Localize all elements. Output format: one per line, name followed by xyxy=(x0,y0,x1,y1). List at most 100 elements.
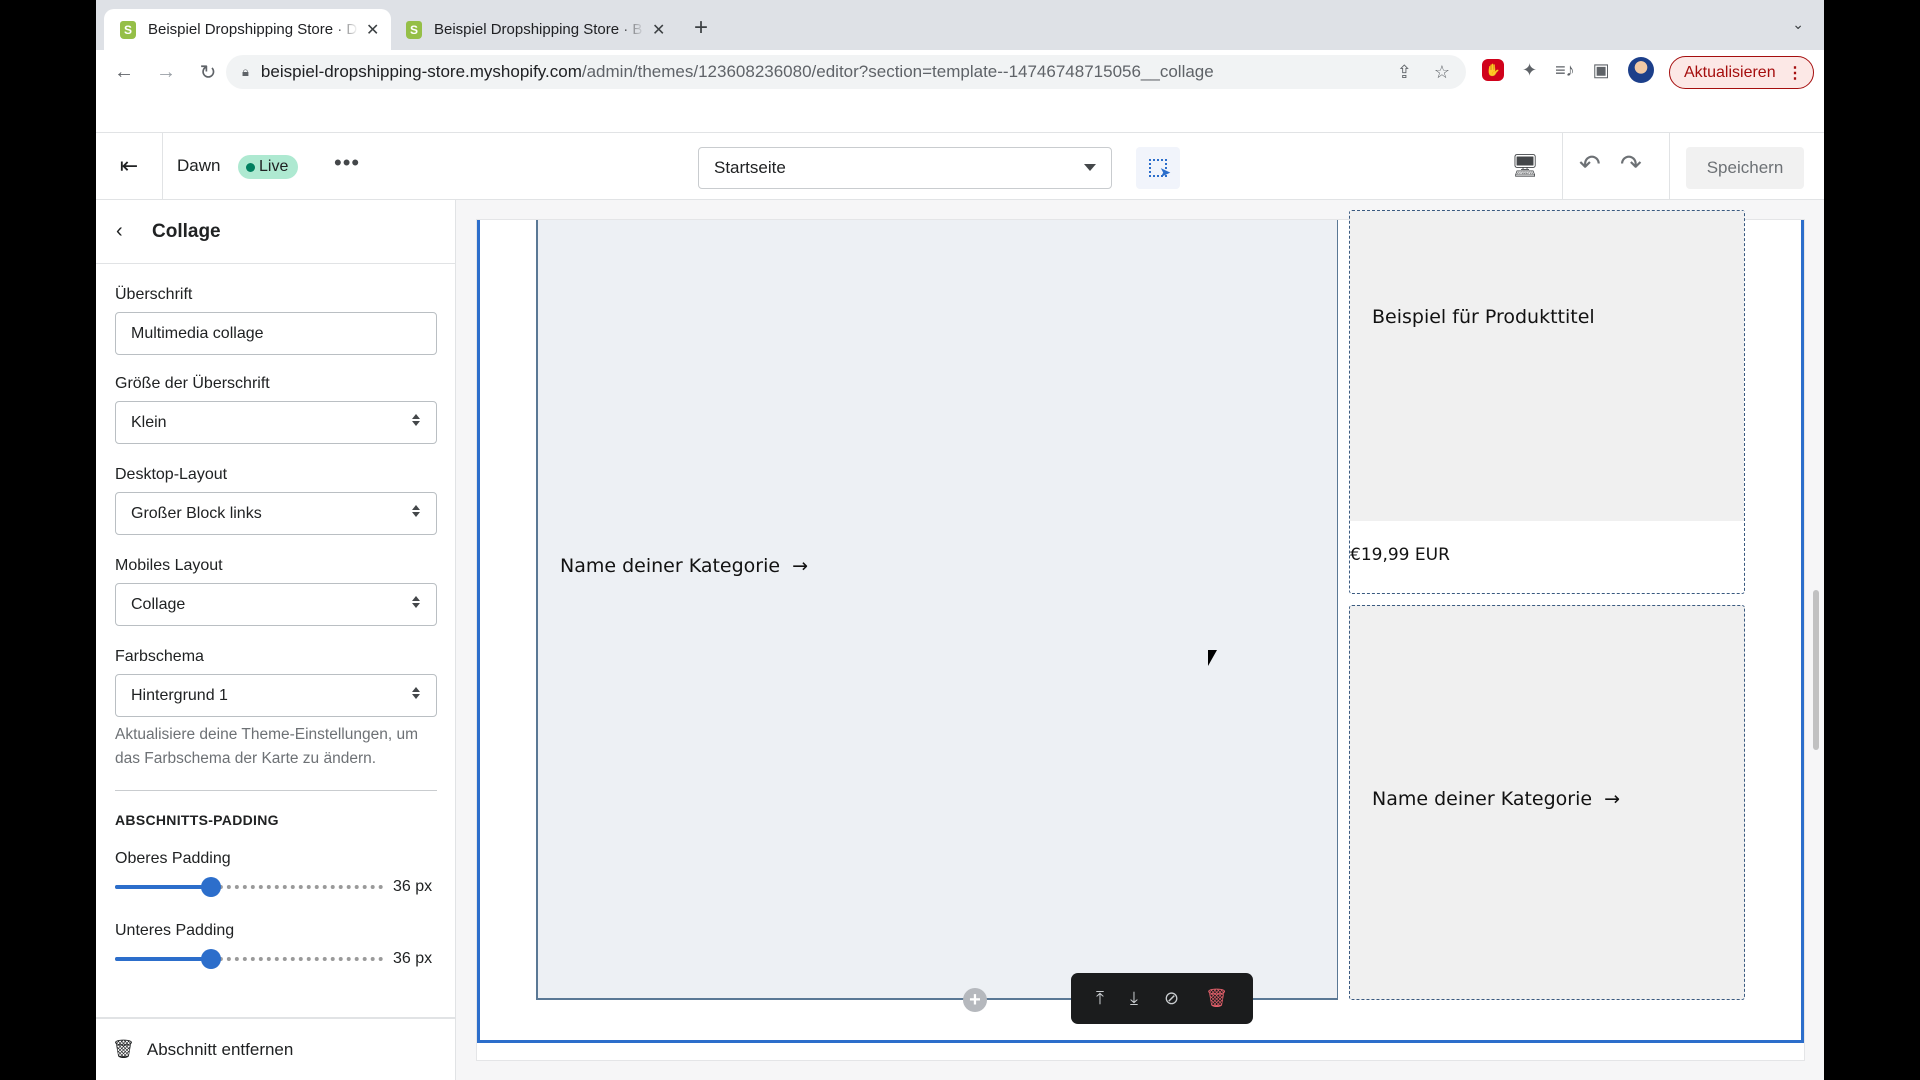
caret-down-icon xyxy=(1084,164,1096,171)
reload-icon[interactable]: ↻ xyxy=(194,60,222,85)
page-template-select[interactable]: Startseite xyxy=(698,147,1112,189)
save-button[interactable]: Speichern xyxy=(1686,147,1804,189)
exit-icon: ⇤ xyxy=(119,153,139,178)
select-value: Großer Block links xyxy=(131,504,262,522)
field-label: Desktop-Layout xyxy=(115,466,228,483)
address-bar-row: ← → ↻ 🔒︎ beispiel-dropshipping-store.mys… xyxy=(96,50,1824,95)
field-label: Größe der Überschrift xyxy=(115,375,270,392)
media-control-icon[interactable]: ≡♪ xyxy=(1555,60,1575,81)
heading-input[interactable]: Multimedia collage xyxy=(115,312,437,355)
add-block-icon[interactable]: + xyxy=(963,988,987,1012)
slider-fill xyxy=(115,885,212,889)
url-input[interactable]: 🔒︎ beispiel-dropshipping-store.myshopify… xyxy=(226,55,1466,89)
profile-avatar[interactable] xyxy=(1627,57,1654,83)
category-link-label: Name deiner Kategorie xyxy=(1372,788,1593,810)
close-tab-icon[interactable]: ✕ xyxy=(366,20,379,40)
close-tab-icon[interactable]: ✕ xyxy=(652,20,665,40)
back-chevron-icon[interactable]: ‹ xyxy=(116,220,136,243)
category-link-label: Name deiner Kategorie xyxy=(560,555,781,577)
top-padding-slider[interactable]: 36 px xyxy=(115,876,437,898)
settings-sidebar: ‹ Collage Überschrift Multimedia collage… xyxy=(96,200,456,1080)
section-divider xyxy=(115,790,437,791)
bottom-padding-field: Unteres Padding 36 px xyxy=(115,922,437,970)
side-panel-icon[interactable]: ▣ xyxy=(1593,60,1610,81)
product-title[interactable]: Beispiel für Produkttitel xyxy=(1372,306,1595,328)
bookmark-star-icon[interactable]: ☆ xyxy=(1434,62,1450,83)
collage-large-category-block[interactable]: Name deiner Kategorie → xyxy=(536,220,1338,1000)
slider-thumb[interactable] xyxy=(201,877,222,897)
collage-small-category-block[interactable]: Name deiner Kategorie → xyxy=(1349,605,1745,1000)
tab-title: Beispiel Dropshipping Store · D xyxy=(148,21,358,38)
select-element-icon: ➤ xyxy=(1149,159,1171,180)
more-actions-button[interactable]: ••• xyxy=(334,150,360,176)
share-icon[interactable]: ⇪ xyxy=(1397,62,1412,83)
arrow-right-icon: → xyxy=(792,555,808,577)
desktop-layout-field: Desktop-Layout Großer Block links xyxy=(115,466,437,535)
sidebar-header: ‹ Collage xyxy=(96,200,455,264)
shopify-favicon-icon: S xyxy=(406,20,422,39)
move-up-icon[interactable]: ⤒ xyxy=(1096,988,1104,1009)
live-dot-icon xyxy=(246,162,255,172)
desktop-preview-icon[interactable]: 🖥︎ xyxy=(1511,153,1539,179)
back-icon[interactable]: ← xyxy=(110,61,138,84)
adblock-extension-icon[interactable]: ✋ xyxy=(1482,59,1504,81)
tab-inactive[interactable]: S Beispiel Dropshipping Store · B ✕ xyxy=(390,9,677,50)
heading-size-select[interactable]: Klein xyxy=(115,401,437,444)
inspector-toggle-button[interactable]: ➤ xyxy=(1136,147,1180,189)
move-down-icon[interactable]: ⤓ xyxy=(1130,988,1138,1009)
field-label: Mobiles Layout xyxy=(115,557,223,574)
redo-icon[interactable]: ↷ xyxy=(1620,149,1642,180)
slider-thumb[interactable] xyxy=(201,949,222,969)
preview-scrollbar[interactable] xyxy=(1813,590,1819,750)
category-link[interactable]: Name deiner Kategorie → xyxy=(1372,788,1620,810)
live-label: Live xyxy=(259,158,289,175)
forward-icon[interactable]: → xyxy=(152,61,180,84)
remove-section-button[interactable]: 🗑︎ Abschnitt entfernen xyxy=(96,1017,456,1080)
theme-preview: Name deiner Kategorie → Beispiel für Prod… xyxy=(456,200,1824,1080)
bottom-padding-slider[interactable]: 36 px xyxy=(115,948,437,970)
undo-icon[interactable]: ↶ xyxy=(1579,149,1601,180)
kebab-menu-icon[interactable]: ⋮ xyxy=(1787,63,1803,83)
mobile-layout-select[interactable]: Collage xyxy=(115,583,437,626)
lock-icon: 🔒︎ xyxy=(242,64,249,79)
url-host: beispiel-dropshipping-store.myshopify.co… xyxy=(260,62,582,81)
slider-value: 36 px xyxy=(393,950,433,967)
select-value: Hintergrund 1 xyxy=(131,686,228,704)
mobile-layout-field: Mobiles Layout Collage xyxy=(115,557,437,626)
update-label: Aktualisieren xyxy=(1684,63,1776,81)
field-label: Unteres Padding xyxy=(115,922,235,939)
select-value: Collage xyxy=(131,595,186,613)
heading-field: Überschrift Multimedia collage xyxy=(115,286,437,355)
block-toolbar: ⤒ ⤓ ⊘ 🗑︎ xyxy=(1071,973,1253,1024)
sidebar-title: Collage xyxy=(152,220,221,242)
new-tab-icon[interactable]: + xyxy=(694,14,708,42)
slider-track[interactable] xyxy=(115,949,383,969)
extensions-puzzle-icon[interactable]: ✦ xyxy=(1522,60,1537,81)
tab-strip: S Beispiel Dropshipping Store · D ✕ S Be… xyxy=(96,0,1824,50)
mouse-cursor-icon xyxy=(1208,650,1217,666)
padding-section-heading: ABSCHNITTS-PADDING xyxy=(115,812,279,828)
hide-eye-slash-icon[interactable]: ⊘ xyxy=(1164,988,1179,1009)
desktop-layout-select[interactable]: Großer Block links xyxy=(115,492,437,535)
page-select-value: Startseite xyxy=(714,158,786,177)
divider xyxy=(1669,133,1670,199)
heading-size-field: Größe der Überschrift Klein xyxy=(115,375,437,444)
product-image-placeholder xyxy=(1350,211,1744,521)
delete-trash-icon[interactable]: 🗑︎ xyxy=(1205,988,1228,1009)
shopify-favicon-icon: S xyxy=(120,20,136,39)
slider-track[interactable] xyxy=(115,877,383,897)
update-browser-button[interactable]: Aktualisieren ⋮ xyxy=(1669,56,1814,89)
exit-editor-button[interactable]: ⇤ xyxy=(96,133,163,199)
field-label: Überschrift xyxy=(115,286,193,303)
editor-top-bar: ⇤ Dawn Live ••• Startseite ➤ 🖥︎ ↶ ↷ Spei… xyxy=(96,132,1824,200)
tab-search-chevron-icon[interactable]: ⌄ xyxy=(1792,16,1804,33)
top-padding-field: Oberes Padding 36 px xyxy=(115,850,437,898)
trash-icon: 🗑︎ xyxy=(112,1039,135,1059)
color-scheme-field: Farbschema Hintergrund 1 Aktualisiere de… xyxy=(115,648,437,771)
color-scheme-select[interactable]: Hintergrund 1 xyxy=(115,674,437,717)
tab-active[interactable]: S Beispiel Dropshipping Store · D ✕ xyxy=(104,9,392,50)
remove-section-label: Abschnitt entfernen xyxy=(146,1039,294,1059)
tab-title: Beispiel Dropshipping Store · B xyxy=(434,21,643,38)
collage-product-block[interactable]: Beispiel für Produkttitel €19,99 EUR xyxy=(1349,210,1745,594)
category-link[interactable]: Name deiner Kategorie → xyxy=(560,555,808,577)
